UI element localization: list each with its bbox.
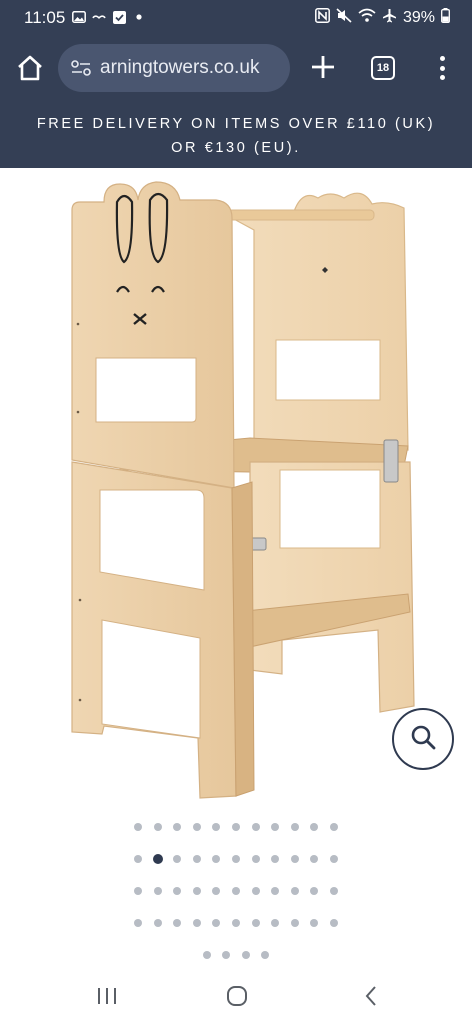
learning-tower-illustration bbox=[71, 181, 415, 799]
gallery-dot[interactable] bbox=[192, 823, 201, 831]
promo-banner: FREE DELIVERY ON ITEMS OVER £110 (UK) OR… bbox=[0, 106, 472, 168]
gallery-dot[interactable] bbox=[134, 887, 142, 895]
gallery-dot[interactable] bbox=[310, 855, 319, 863]
gallery-dot[interactable] bbox=[251, 855, 260, 863]
search-icon bbox=[409, 723, 437, 756]
gallery-dot-row bbox=[0, 852, 472, 866]
status-system-icons: 39% bbox=[315, 8, 450, 28]
status-bar: 11:05 39% bbox=[0, 0, 472, 36]
gallery-dot[interactable] bbox=[290, 887, 299, 895]
gallery-dot-active[interactable] bbox=[152, 854, 163, 864]
battery-percent: 39% bbox=[402, 9, 435, 26]
mute-icon bbox=[336, 8, 352, 28]
address-bar[interactable]: arningtowers.co.uk bbox=[58, 44, 290, 92]
zoom-button[interactable] bbox=[392, 708, 454, 770]
gallery-icon bbox=[72, 10, 86, 24]
url-text[interactable]: arningtowers.co.uk bbox=[100, 57, 259, 79]
gallery-dot[interactable] bbox=[290, 855, 299, 863]
gallery-dot[interactable] bbox=[232, 823, 240, 831]
nfc-icon bbox=[315, 8, 330, 28]
gallery-dot[interactable] bbox=[330, 919, 338, 927]
back-chevron-icon[interactable] bbox=[356, 982, 386, 1010]
gallery-dot[interactable] bbox=[173, 919, 182, 927]
product-image[interactable] bbox=[0, 168, 472, 808]
promo-line-1: FREE DELIVERY ON ITEMS OVER £110 (UK) bbox=[36, 116, 436, 132]
home-circle-icon[interactable] bbox=[222, 982, 252, 1010]
gallery-dot-row bbox=[0, 948, 472, 962]
gallery-dot[interactable] bbox=[202, 951, 211, 959]
gallery-dot[interactable] bbox=[134, 823, 142, 831]
gallery-dot[interactable] bbox=[212, 855, 221, 863]
wifi-icon bbox=[358, 8, 376, 28]
check-square-icon bbox=[112, 10, 126, 24]
gallery-dot[interactable] bbox=[330, 855, 338, 863]
gallery-dot[interactable] bbox=[271, 887, 280, 895]
more-vert-icon[interactable] bbox=[432, 54, 452, 82]
gallery-dot[interactable] bbox=[232, 855, 240, 863]
gallery-dot-row bbox=[0, 916, 472, 930]
gallery-dot[interactable] bbox=[310, 919, 319, 927]
gallery-dot[interactable] bbox=[192, 855, 201, 863]
gallery-dot[interactable] bbox=[212, 887, 221, 895]
gallery-dot[interactable] bbox=[271, 919, 280, 927]
gallery-dot[interactable] bbox=[192, 919, 201, 927]
gallery-dot[interactable] bbox=[153, 919, 162, 927]
gallery-dot[interactable] bbox=[310, 887, 319, 895]
tab-count: 18 bbox=[376, 62, 390, 74]
gallery-dot[interactable] bbox=[330, 887, 338, 895]
gallery-dot[interactable] bbox=[134, 919, 142, 927]
gallery-dot[interactable] bbox=[232, 887, 240, 895]
promo-line-2: OR €130 (EU). bbox=[171, 140, 301, 156]
gallery-dot-row bbox=[0, 820, 472, 834]
gallery-dot[interactable] bbox=[212, 919, 221, 927]
gallery-dot[interactable] bbox=[330, 823, 338, 831]
tab-switcher-button[interactable]: 18 bbox=[371, 56, 395, 80]
gallery-dot[interactable] bbox=[134, 855, 142, 863]
gallery-dot[interactable] bbox=[261, 951, 270, 959]
gallery-dot[interactable] bbox=[290, 823, 299, 831]
gallery-dot[interactable] bbox=[251, 887, 260, 895]
plus-icon[interactable] bbox=[306, 50, 340, 84]
gallery-dot[interactable] bbox=[173, 855, 182, 863]
gallery-dot[interactable] bbox=[232, 919, 240, 927]
gallery-dot[interactable] bbox=[173, 887, 182, 895]
gallery-dot[interactable] bbox=[310, 823, 319, 831]
gallery-dot[interactable] bbox=[271, 855, 280, 863]
battery-icon bbox=[441, 8, 450, 28]
gallery-dot[interactable] bbox=[241, 951, 250, 959]
gallery-dot[interactable] bbox=[212, 823, 221, 831]
gallery-dot[interactable] bbox=[290, 919, 299, 927]
browser-chrome: 11:05 39% arningtowers.co.uk 18 FREE DEL… bbox=[0, 0, 472, 168]
gallery-dot[interactable] bbox=[251, 823, 260, 831]
gallery-dot[interactable] bbox=[251, 919, 260, 927]
browser-toolbar: arningtowers.co.uk 18 bbox=[0, 36, 472, 100]
gallery-dot[interactable] bbox=[153, 823, 162, 831]
status-time: 11:05 bbox=[24, 8, 66, 27]
recents-icon[interactable] bbox=[92, 982, 122, 1010]
dot-icon bbox=[132, 10, 146, 24]
gallery-dot[interactable] bbox=[271, 823, 280, 831]
airplane-icon bbox=[382, 8, 397, 28]
system-nav-bar bbox=[0, 968, 472, 1024]
voicemail-icon bbox=[92, 10, 106, 24]
gallery-dot[interactable] bbox=[192, 887, 201, 895]
gallery-dot-row bbox=[0, 884, 472, 898]
gallery-dot[interactable] bbox=[173, 823, 182, 831]
home-icon[interactable] bbox=[14, 52, 46, 84]
gallery-dot[interactable] bbox=[222, 951, 231, 959]
status-notification-icons bbox=[72, 10, 146, 24]
gallery-dot[interactable] bbox=[153, 887, 162, 895]
site-settings-icon[interactable] bbox=[68, 55, 94, 81]
